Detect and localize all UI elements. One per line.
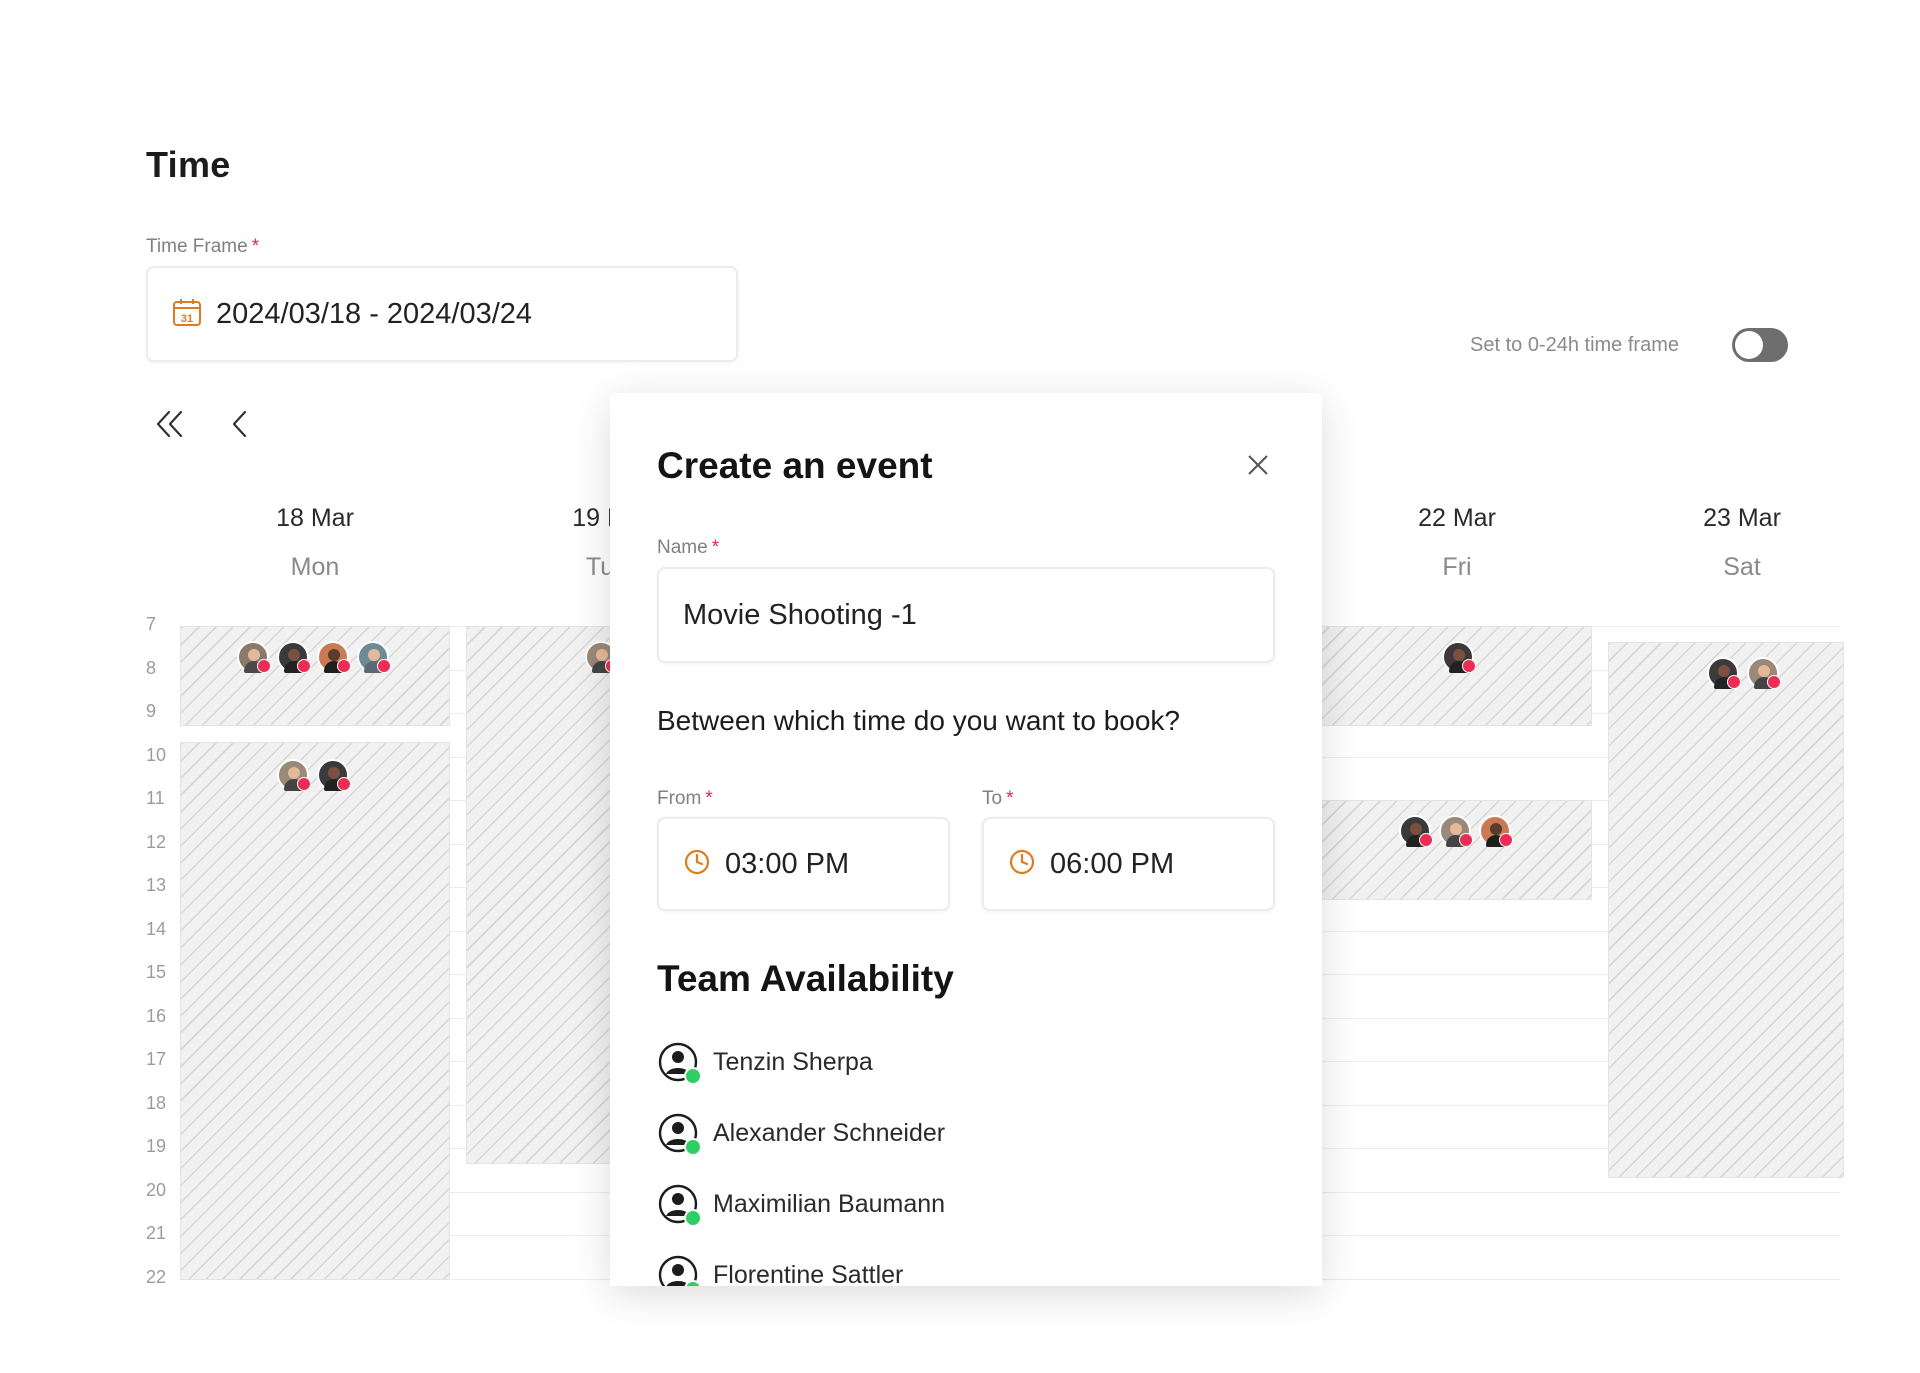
- hour-label: 17: [146, 1049, 167, 1069]
- available-indicator: [684, 1280, 702, 1286]
- busy-block[interactable]: [180, 742, 450, 1280]
- hour-label: 13: [146, 875, 167, 895]
- user-icon: [657, 1254, 702, 1286]
- time-frame-input[interactable]: 31 2024/03/18 - 2024/03/24: [146, 266, 738, 362]
- day-date: 18 Mar: [276, 504, 354, 532]
- toggle-label: Set to 0-24h time frame: [1470, 334, 1679, 356]
- required-mark: *: [705, 788, 713, 809]
- busy-block[interactable]: [1310, 800, 1592, 900]
- toggle-knob: [1735, 331, 1763, 359]
- name-input[interactable]: Movie Shooting -1: [657, 567, 1275, 663]
- user-icon: [657, 1041, 702, 1085]
- avatar: [277, 641, 311, 673]
- avatar: [317, 759, 351, 791]
- hour-label: 15: [146, 962, 167, 982]
- hour-label: 12: [146, 832, 167, 852]
- hour-label: 14: [146, 919, 167, 939]
- available-indicator: [684, 1067, 702, 1085]
- page-title: Time: [146, 144, 231, 185]
- create-event-modal: Create an event Name * Movie Shooting -1 …: [610, 393, 1322, 1286]
- to-label: To *: [982, 788, 1014, 809]
- hour-label: 7: [146, 614, 157, 634]
- hour-label: 10: [146, 745, 167, 765]
- svg-text:31: 31: [181, 313, 193, 325]
- hour-label: 16: [146, 1006, 167, 1026]
- hour-label: 11: [146, 788, 165, 808]
- avatar: [237, 641, 271, 673]
- busy-avatars: [277, 759, 351, 791]
- time-frame-label: Time Frame *: [146, 236, 260, 257]
- hour-label: 21: [146, 1223, 167, 1243]
- avatar: [1707, 657, 1741, 689]
- day-date: 23 Mar: [1703, 504, 1781, 532]
- hour-label: 18: [146, 1093, 167, 1113]
- avatar: [357, 641, 391, 673]
- user-icon: [657, 1112, 702, 1156]
- team-member[interactable]: Florentine Sattler: [657, 1254, 903, 1286]
- hour-label: 19: [146, 1136, 167, 1156]
- double-chevron-left-icon[interactable]: [148, 402, 192, 446]
- day-of-week: Mon: [290, 553, 340, 581]
- avatar: [317, 641, 351, 673]
- busy-block[interactable]: [466, 626, 626, 1164]
- busy-avatars: [1707, 657, 1781, 689]
- member-name: Alexander Schneider: [713, 1118, 946, 1147]
- clock-icon: [1008, 848, 1036, 881]
- team-member[interactable]: Maximilian Baumann: [657, 1183, 946, 1227]
- required-mark: *: [711, 537, 720, 558]
- hour-label: 22: [146, 1267, 167, 1287]
- time-frame-toggle[interactable]: [1732, 328, 1788, 362]
- chevron-left-icon[interactable]: [218, 402, 262, 446]
- name-label: Name *: [657, 537, 720, 558]
- day-header-sat: 23 Mar Sat: [1642, 504, 1842, 582]
- avatar: [1479, 815, 1513, 847]
- to-time-input[interactable]: 06:00 PM: [982, 817, 1275, 911]
- team-availability-title: Team Availability: [657, 958, 954, 999]
- available-indicator: [684, 1138, 702, 1156]
- time-frame-value: 2024/03/18 - 2024/03/24: [216, 297, 533, 330]
- user-icon: [657, 1183, 702, 1227]
- day-header-fri: 22 Mar Fri: [1357, 504, 1557, 582]
- avatar: [277, 759, 311, 791]
- avatar: [1747, 657, 1781, 689]
- to-time-value: 06:00 PM: [1050, 847, 1175, 880]
- hour-label: 8: [146, 658, 157, 678]
- busy-avatars: [1399, 815, 1513, 847]
- member-name: Florentine Sattler: [713, 1260, 904, 1287]
- day-of-week: Sat: [1723, 553, 1761, 581]
- hour-label: 9: [146, 701, 157, 721]
- busy-avatars: [1442, 641, 1476, 673]
- team-member[interactable]: Alexander Schneider: [657, 1112, 946, 1156]
- avatar: [1442, 641, 1476, 673]
- member-name: Maximilian Baumann: [713, 1189, 946, 1218]
- member-name: Tenzin Sherpa: [713, 1047, 873, 1076]
- from-time-value: 03:00 PM: [725, 847, 850, 880]
- busy-block[interactable]: [1608, 642, 1844, 1178]
- day-of-week: Fri: [1442, 553, 1472, 581]
- required-mark: *: [1006, 788, 1014, 809]
- from-label: From *: [657, 788, 713, 809]
- busy-block[interactable]: [180, 626, 450, 726]
- required-mark: *: [251, 236, 260, 257]
- busy-block[interactable]: [1310, 626, 1592, 726]
- modal-title: Create an event: [657, 445, 933, 486]
- busy-avatars: [237, 641, 391, 673]
- avatar: [1399, 815, 1433, 847]
- day-date: 22 Mar: [1418, 504, 1496, 532]
- clock-icon: [683, 848, 711, 881]
- avatar: [1439, 815, 1473, 847]
- calendar-icon: 31: [172, 297, 202, 332]
- available-indicator: [684, 1209, 702, 1227]
- team-member[interactable]: Tenzin Sherpa: [657, 1041, 873, 1085]
- from-time-input[interactable]: 03:00 PM: [657, 817, 950, 911]
- time-question: Between which time do you want to book?: [657, 705, 1180, 736]
- hour-label: 20: [146, 1180, 167, 1200]
- close-icon[interactable]: [1240, 447, 1276, 483]
- day-header-mon: 18 Mar Mon: [215, 504, 415, 582]
